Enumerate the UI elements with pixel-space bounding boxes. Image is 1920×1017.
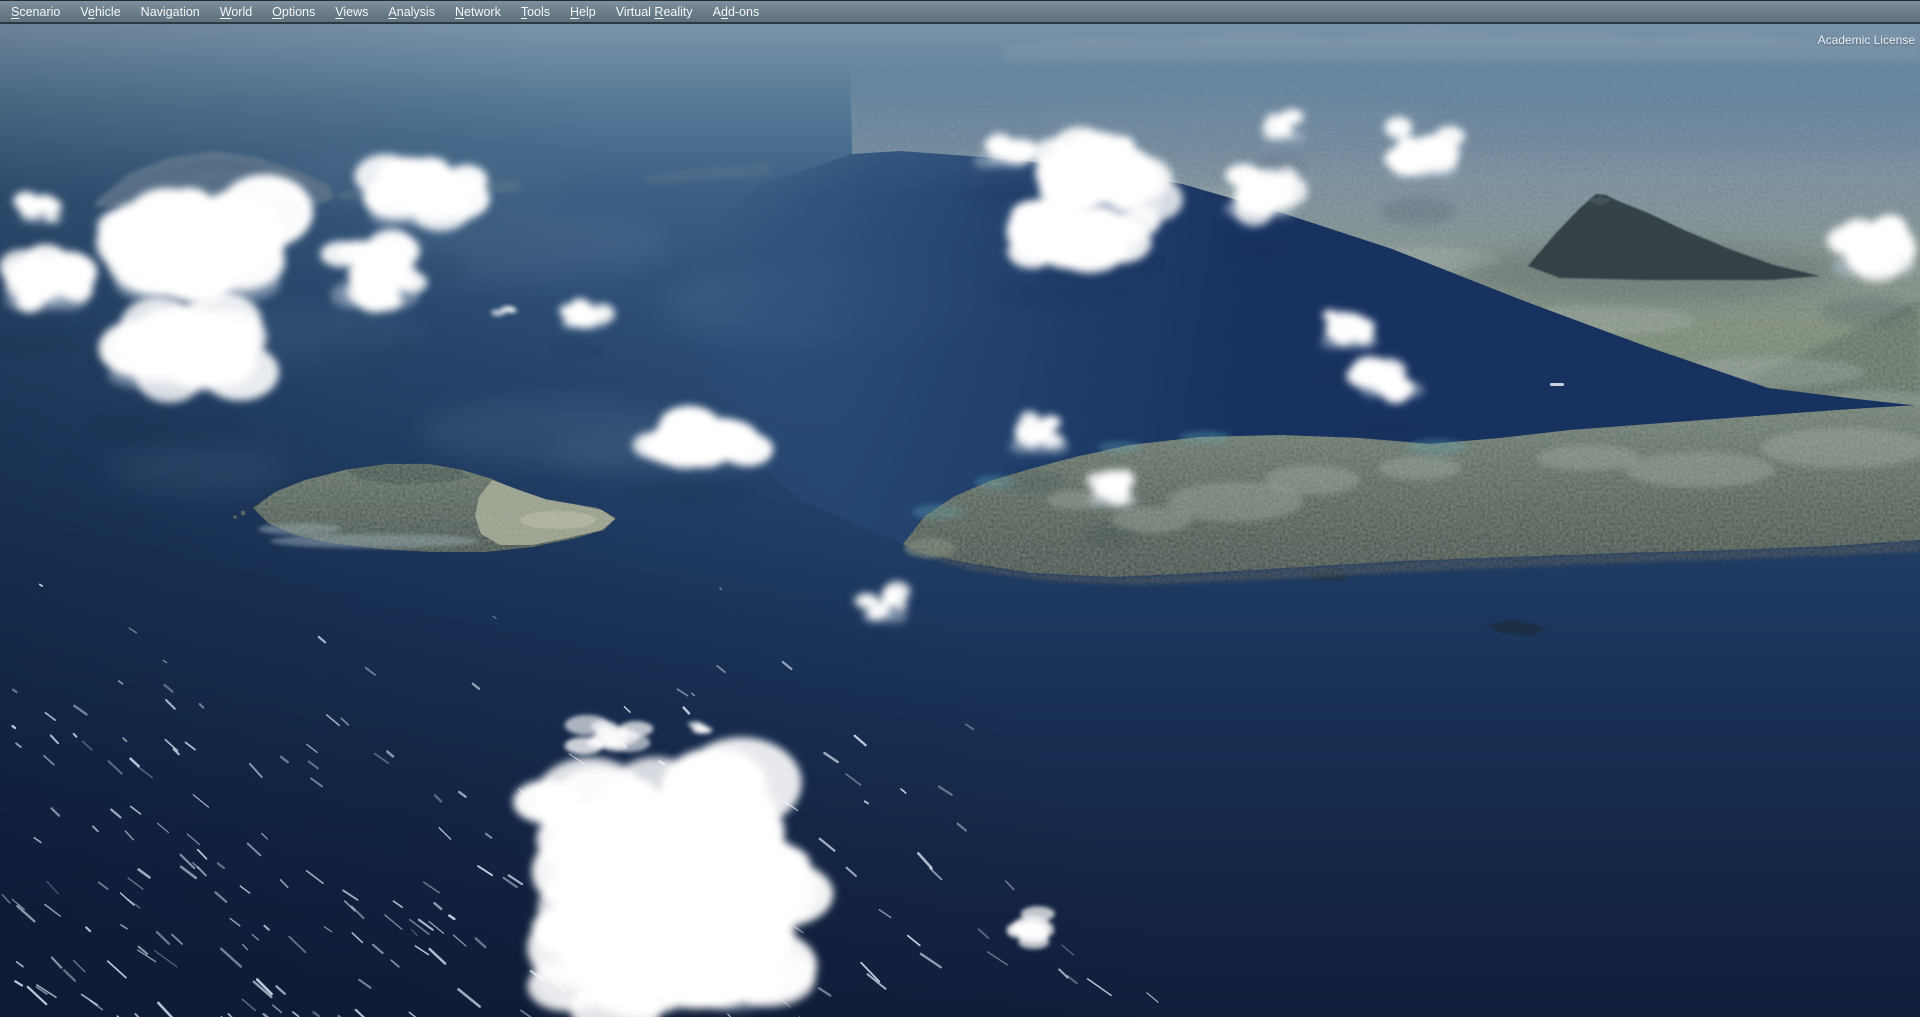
menu-item-virtual-reality[interactable]: Virtual Reality — [606, 2, 703, 22]
cloud — [355, 154, 490, 231]
cloud — [513, 737, 833, 1017]
menu-item-add-ons[interactable]: Add-ons — [703, 2, 770, 22]
menu-item-tools[interactable]: Tools — [511, 2, 560, 22]
horizon-haze — [0, 21, 1920, 201]
menu-item-scenario[interactable]: Scenario — [1, 2, 70, 22]
menu-item-vehicle[interactable]: Vehicle — [70, 2, 130, 22]
cloud — [1086, 470, 1137, 508]
license-label: Academic License — [1818, 33, 1915, 47]
menu-item-views[interactable]: Views — [325, 2, 378, 22]
menu-bar: ScenarioVehicleNavigationWorldOptionsVie… — [0, 0, 1920, 24]
menu-item-world[interactable]: World — [210, 2, 262, 22]
simulator-3d-viewport[interactable] — [0, 0, 1920, 1017]
menu-item-help[interactable]: Help — [560, 2, 606, 22]
menu-item-navigation[interactable]: Navigation — [131, 2, 210, 22]
menu-item-options[interactable]: Options — [262, 2, 325, 22]
menu-item-analysis[interactable]: Analysis — [378, 2, 445, 22]
menu-item-network[interactable]: Network — [445, 2, 511, 22]
